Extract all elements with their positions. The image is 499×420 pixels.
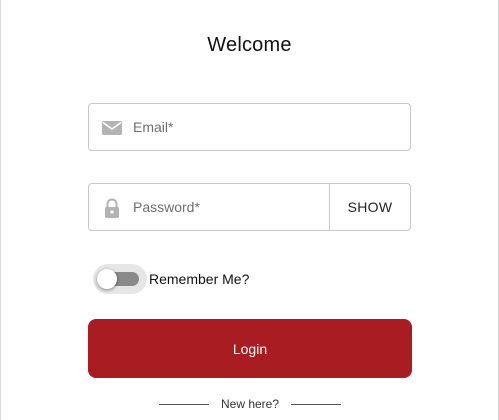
password-field[interactable]: SHOW <box>88 183 411 231</box>
toggle-knob[interactable] <box>97 269 117 289</box>
login-button[interactable]: Login <box>88 319 412 378</box>
divider-line-right <box>291 403 341 405</box>
email-field[interactable] <box>88 103 411 151</box>
new-here-divider: New here? <box>159 396 341 412</box>
divider-line-left <box>159 403 209 405</box>
page-title: Welcome <box>207 34 292 56</box>
email-input[interactable] <box>133 104 397 150</box>
show-password-button[interactable]: SHOW <box>329 184 410 230</box>
password-input[interactable] <box>133 184 323 230</box>
new-here-text: New here? <box>220 397 280 411</box>
remember-me-label[interactable]: Remember Me? <box>149 271 249 287</box>
lock-icon <box>105 198 119 218</box>
remember-me-toggle[interactable] <box>93 264 147 294</box>
login-card: Welcome SHOW Remember Me? Login New here… <box>0 0 499 420</box>
envelope-icon <box>102 121 122 135</box>
remember-me-row: Remember Me? <box>93 264 249 294</box>
